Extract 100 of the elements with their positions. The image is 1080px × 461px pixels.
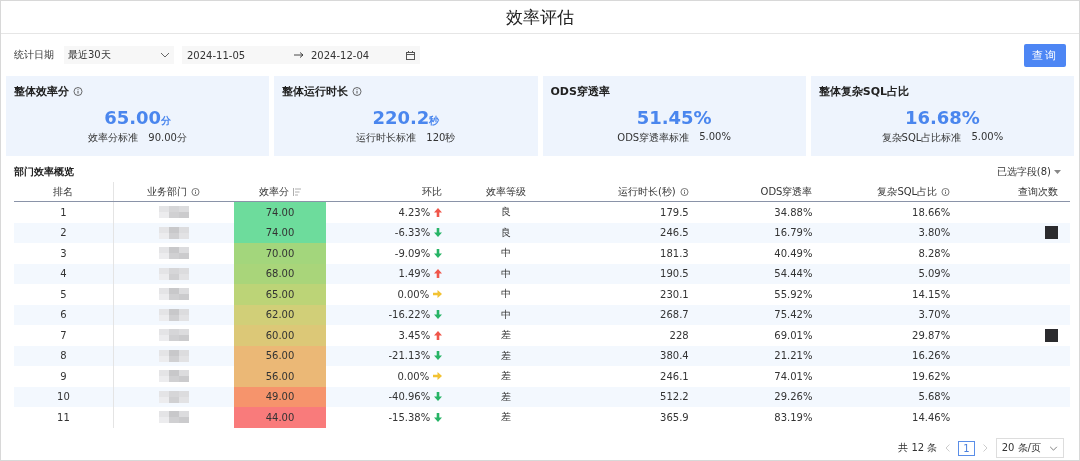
- blurred-text-icon: [158, 388, 189, 405]
- table-cell: 18.66%: [912, 206, 951, 218]
- table-cell: 中: [501, 266, 512, 281]
- column-header: 业务部门: [147, 184, 188, 199]
- table-cell: 差: [501, 328, 512, 343]
- chevron-right-icon[interactable]: [982, 444, 988, 452]
- table-cell: 16.26%: [912, 350, 951, 362]
- arrow-down-icon: [434, 351, 443, 361]
- score-cell: 65.00: [233, 284, 327, 305]
- standard-label: ODS穿透率标准: [617, 131, 690, 145]
- calendar-icon: [406, 50, 415, 60]
- metric-value: 16.68%: [903, 107, 981, 128]
- table-cell: 7: [60, 329, 67, 341]
- table-cell: 246.1: [660, 370, 689, 382]
- table-cell: 228: [669, 329, 689, 341]
- table-cell: 8: [60, 350, 67, 362]
- score-cell: 70.00: [233, 243, 327, 264]
- table-cell: 34.88%: [774, 206, 813, 218]
- table-cell: -21.13%: [388, 350, 431, 362]
- page-button[interactable]: 1: [958, 440, 975, 456]
- table-cell: 差: [501, 369, 512, 384]
- chevron-down-icon: [160, 52, 170, 58]
- score-cell: 49.00: [233, 386, 327, 407]
- table-cell: 5.09%: [918, 268, 951, 280]
- score-cell: 62.00: [233, 304, 327, 325]
- table-cell: 19.62%: [912, 370, 951, 382]
- blurred-text-icon: [158, 368, 189, 385]
- column-header: 运行时长(秒): [617, 184, 676, 199]
- filter-label: 统计日期: [14, 48, 54, 62]
- table-cell: 差: [501, 410, 512, 425]
- score-cell: 68.00: [233, 263, 327, 284]
- table-cell: 246.5: [660, 227, 689, 239]
- card-title: 整体效率分: [14, 84, 69, 99]
- date-range-field[interactable]: 2024-11-05 2024-12-04: [182, 46, 420, 64]
- section-title: 部门效率概览: [14, 165, 74, 179]
- blurred-text-icon: [158, 224, 189, 241]
- table-cell: 16.79%: [774, 227, 813, 239]
- chevron-left-icon[interactable]: [945, 444, 951, 452]
- table-cell: 中: [501, 287, 512, 302]
- arrow-right-icon: [433, 372, 443, 381]
- range-select[interactable]: 最近30天: [64, 46, 174, 64]
- table-cell: 512.2: [660, 391, 689, 403]
- page-size-select[interactable]: 20 条/页: [995, 438, 1064, 458]
- table-cell: 6: [60, 309, 67, 321]
- table-cell: 54.44%: [774, 268, 813, 280]
- score-cell: 56.00: [233, 366, 327, 387]
- score-cell: 44.00: [233, 407, 327, 428]
- table-cell: 10: [57, 391, 70, 403]
- table-cell: -16.22%: [388, 309, 431, 321]
- blurred-text-icon: [158, 204, 189, 221]
- arrow-up-icon: [434, 207, 443, 217]
- metric-value: 65.00分: [103, 107, 173, 128]
- column-header: 效率分: [259, 184, 289, 199]
- table-cell: 1: [60, 206, 67, 218]
- table-cell: 中: [501, 246, 512, 261]
- table-cell: 29.26%: [774, 391, 813, 403]
- table-cell: 230.1: [660, 288, 689, 300]
- column-header: 复杂SQL占比: [877, 184, 938, 199]
- score-cell: 74.00: [233, 222, 327, 243]
- table-cell: 3.80%: [918, 227, 951, 239]
- table-cell: 差: [501, 389, 512, 404]
- standard-value: 90.00分: [148, 131, 187, 145]
- blurred-text-icon: [158, 409, 189, 426]
- table-cell: 268.7: [660, 309, 689, 321]
- table-cell: 179.5: [660, 206, 689, 218]
- table-cell: 75.42%: [774, 309, 813, 321]
- column-header: 效率等级: [486, 184, 527, 199]
- table-cell: 190.5: [660, 268, 689, 280]
- caret-icon: [1054, 170, 1061, 174]
- card-title: ODS穿透率: [550, 84, 610, 99]
- standard-value: 5.00%: [971, 131, 1004, 144]
- chevron-down-icon: [1049, 445, 1058, 451]
- total-count: 共 12 条: [898, 441, 938, 455]
- table-cell: 3.45%: [398, 329, 431, 341]
- table-cell: 3: [60, 247, 67, 259]
- table-cell: 4: [60, 268, 67, 280]
- table-cell: -40.96%: [388, 391, 431, 403]
- table-cell: 良: [501, 225, 512, 240]
- arrow-down-icon: [434, 310, 443, 320]
- score-cell: 74.00: [233, 202, 327, 223]
- standard-label: 效率分标准: [88, 131, 139, 145]
- table-cell: 21.21%: [774, 350, 813, 362]
- arrow-up-icon: [434, 269, 443, 279]
- table-cell: -15.38%: [388, 411, 431, 423]
- table-cell: 9: [60, 370, 67, 382]
- table-cell: 中: [501, 307, 512, 322]
- blurred-text-icon: [158, 245, 189, 262]
- sort-icon[interactable]: [293, 187, 301, 196]
- table-cell: 2: [60, 227, 67, 239]
- blurred-text-icon: [158, 347, 189, 364]
- table-cell: -6.33%: [394, 227, 431, 239]
- metric-value: 220.2秒: [371, 107, 441, 128]
- table-cell: 差: [501, 348, 512, 363]
- table-cell: 74.01%: [774, 370, 813, 382]
- card-title: 整体复杂SQL占比: [818, 84, 910, 99]
- table-cell: 181.3: [660, 247, 689, 259]
- table-cell: 14.15%: [912, 288, 951, 300]
- blurred-text-icon: [158, 265, 189, 282]
- page-title: 效率评估: [506, 5, 574, 29]
- field-picker[interactable]: 已选字段(8): [990, 164, 1067, 180]
